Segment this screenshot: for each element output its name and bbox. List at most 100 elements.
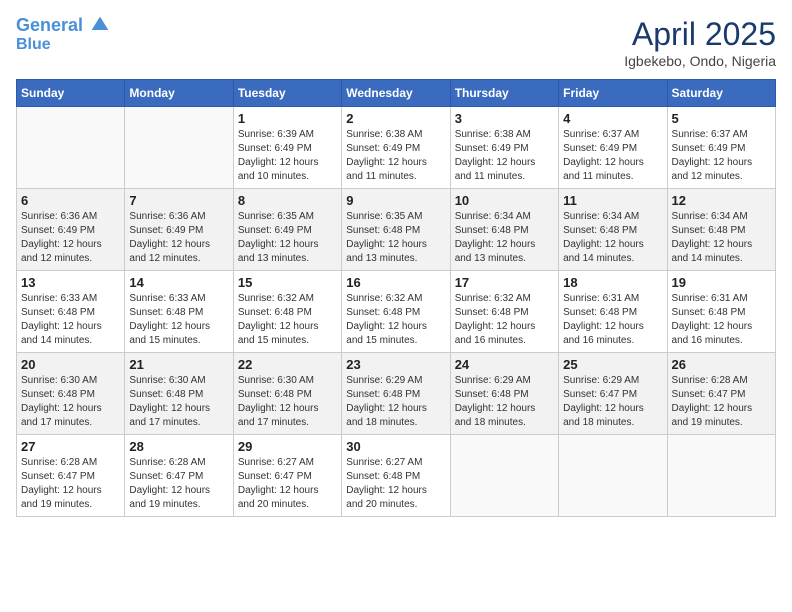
calendar-cell: 3 Sunrise: 6:38 AM Sunset: 6:49 PM Daylig… bbox=[450, 107, 558, 189]
day-number: 1 bbox=[238, 111, 337, 126]
calendar-cell bbox=[667, 435, 775, 517]
day-number: 7 bbox=[129, 193, 228, 208]
calendar-week-row: 20 Sunrise: 6:30 AM Sunset: 6:48 PM Dayli… bbox=[17, 353, 776, 435]
calendar-cell bbox=[450, 435, 558, 517]
day-number: 4 bbox=[563, 111, 662, 126]
location: Igbekebo, Ondo, Nigeria bbox=[624, 53, 776, 69]
calendar-week-row: 13 Sunrise: 6:33 AM Sunset: 6:48 PM Dayli… bbox=[17, 271, 776, 353]
day-info: Sunrise: 6:27 AM Sunset: 6:47 PM Dayligh… bbox=[238, 456, 337, 512]
day-info: Sunrise: 6:35 AM Sunset: 6:48 PM Dayligh… bbox=[346, 210, 445, 266]
calendar-week-row: 27 Sunrise: 6:28 AM Sunset: 6:47 PM Dayli… bbox=[17, 435, 776, 517]
day-info: Sunrise: 6:33 AM Sunset: 6:48 PM Dayligh… bbox=[129, 292, 228, 348]
day-info: Sunrise: 6:32 AM Sunset: 6:48 PM Dayligh… bbox=[455, 292, 554, 348]
calendar-cell: 25Sunrise: 6:29 AM Sunset: 6:47 PM Dayli… bbox=[559, 353, 667, 435]
calendar-cell: 13 Sunrise: 6:33 AM Sunset: 6:48 PM Dayli… bbox=[17, 271, 125, 353]
weekday-header-row: SundayMondayTuesdayWednesdayThursdayFrid… bbox=[17, 80, 776, 107]
day-info: Sunrise: 6:27 AM Sunset: 6:48 PM Dayligh… bbox=[346, 456, 445, 512]
calendar-cell: 19 Sunrise: 6:31 AM Sunset: 6:48 PM Dayli… bbox=[667, 271, 775, 353]
day-number: 9 bbox=[346, 193, 445, 208]
day-info: Sunrise: 6:38 AM Sunset: 6:49 PM Dayligh… bbox=[455, 128, 554, 184]
day-info: Sunrise: 6:36 AM Sunset: 6:49 PM Dayligh… bbox=[21, 210, 120, 266]
day-number: 28 bbox=[129, 439, 228, 454]
day-number: 10 bbox=[455, 193, 554, 208]
day-info: Sunrise: 6:35 AM Sunset: 6:49 PM Dayligh… bbox=[238, 210, 337, 266]
day-number: 12 bbox=[672, 193, 771, 208]
weekday-header-thursday: Thursday bbox=[450, 80, 558, 107]
calendar-cell: 29 Sunrise: 6:27 AM Sunset: 6:47 PM Dayli… bbox=[233, 435, 341, 517]
day-info: Sunrise: 6:34 AM Sunset: 6:48 PM Dayligh… bbox=[563, 210, 662, 266]
calendar-cell: 28 Sunrise: 6:28 AM Sunset: 6:47 PM Dayli… bbox=[125, 435, 233, 517]
day-info: Sunrise: 6:37 AM Sunset: 6:49 PM Dayligh… bbox=[563, 128, 662, 184]
day-info: Sunrise: 6:28 AM Sunset: 6:47 PM Dayligh… bbox=[21, 456, 120, 512]
weekday-header-friday: Friday bbox=[559, 80, 667, 107]
calendar-cell: 4 Sunrise: 6:37 AM Sunset: 6:49 PM Daylig… bbox=[559, 107, 667, 189]
day-info: Sunrise: 6:39 AM Sunset: 6:49 PM Dayligh… bbox=[238, 128, 337, 184]
day-number: 19 bbox=[672, 275, 771, 290]
day-number: 20 bbox=[21, 357, 120, 372]
calendar-cell: 1 Sunrise: 6:39 AM Sunset: 6:49 PM Daylig… bbox=[233, 107, 341, 189]
weekday-header-sunday: Sunday bbox=[17, 80, 125, 107]
day-info: Sunrise: 6:30 AM Sunset: 6:48 PM Dayligh… bbox=[21, 374, 120, 430]
calendar-week-row: 1 Sunrise: 6:39 AM Sunset: 6:49 PM Daylig… bbox=[17, 107, 776, 189]
calendar-cell bbox=[125, 107, 233, 189]
day-number: 13 bbox=[21, 275, 120, 290]
calendar-cell: 2Sunrise: 6:38 AM Sunset: 6:49 PM Daylig… bbox=[342, 107, 450, 189]
calendar-cell: 24Sunrise: 6:29 AM Sunset: 6:48 PM Dayli… bbox=[450, 353, 558, 435]
calendar-cell: 11 Sunrise: 6:34 AM Sunset: 6:48 PM Dayli… bbox=[559, 189, 667, 271]
calendar-cell: 16Sunrise: 6:32 AM Sunset: 6:48 PM Dayli… bbox=[342, 271, 450, 353]
day-info: Sunrise: 6:33 AM Sunset: 6:48 PM Dayligh… bbox=[21, 292, 120, 348]
calendar-cell: 7Sunrise: 6:36 AM Sunset: 6:49 PM Daylig… bbox=[125, 189, 233, 271]
calendar-cell: 18 Sunrise: 6:31 AM Sunset: 6:48 PM Dayli… bbox=[559, 271, 667, 353]
calendar-cell: 8 Sunrise: 6:35 AM Sunset: 6:49 PM Daylig… bbox=[233, 189, 341, 271]
day-number: 6 bbox=[21, 193, 120, 208]
day-info: Sunrise: 6:31 AM Sunset: 6:48 PM Dayligh… bbox=[672, 292, 771, 348]
calendar-cell: 12 Sunrise: 6:34 AM Sunset: 6:48 PM Dayli… bbox=[667, 189, 775, 271]
day-info: Sunrise: 6:31 AM Sunset: 6:48 PM Dayligh… bbox=[563, 292, 662, 348]
day-number: 30 bbox=[346, 439, 445, 454]
calendar-cell: 14Sunrise: 6:33 AM Sunset: 6:48 PM Dayli… bbox=[125, 271, 233, 353]
calendar-cell: 17 Sunrise: 6:32 AM Sunset: 6:48 PM Dayli… bbox=[450, 271, 558, 353]
logo: General Blue bbox=[16, 16, 110, 53]
day-info: Sunrise: 6:32 AM Sunset: 6:48 PM Dayligh… bbox=[238, 292, 337, 348]
calendar-cell: 9 Sunrise: 6:35 AM Sunset: 6:48 PM Daylig… bbox=[342, 189, 450, 271]
month-title: April 2025 bbox=[624, 16, 776, 53]
day-number: 8 bbox=[238, 193, 337, 208]
day-number: 11 bbox=[563, 193, 662, 208]
calendar-cell bbox=[17, 107, 125, 189]
day-number: 27 bbox=[21, 439, 120, 454]
calendar-cell: 21Sunrise: 6:30 AM Sunset: 6:48 PM Dayli… bbox=[125, 353, 233, 435]
day-info: Sunrise: 6:34 AM Sunset: 6:48 PM Dayligh… bbox=[455, 210, 554, 266]
day-info: Sunrise: 6:29 AM Sunset: 6:47 PM Dayligh… bbox=[563, 374, 662, 430]
day-info: Sunrise: 6:28 AM Sunset: 6:47 PM Dayligh… bbox=[672, 374, 771, 430]
day-info: Sunrise: 6:30 AM Sunset: 6:48 PM Dayligh… bbox=[238, 374, 337, 430]
calendar-cell: 6 Sunrise: 6:36 AM Sunset: 6:49 PM Daylig… bbox=[17, 189, 125, 271]
day-info: Sunrise: 6:38 AM Sunset: 6:49 PM Dayligh… bbox=[346, 128, 445, 184]
weekday-header-wednesday: Wednesday bbox=[342, 80, 450, 107]
day-number: 17 bbox=[455, 275, 554, 290]
page-header: General Blue April 2025 Igbekebo, Ondo, … bbox=[16, 16, 776, 69]
calendar-cell: 26 Sunrise: 6:28 AM Sunset: 6:47 PM Dayli… bbox=[667, 353, 775, 435]
calendar-cell: 10 Sunrise: 6:34 AM Sunset: 6:48 PM Dayli… bbox=[450, 189, 558, 271]
day-number: 29 bbox=[238, 439, 337, 454]
day-info: Sunrise: 6:32 AM Sunset: 6:48 PM Dayligh… bbox=[346, 292, 445, 348]
day-number: 3 bbox=[455, 111, 554, 126]
calendar-cell: 20 Sunrise: 6:30 AM Sunset: 6:48 PM Dayli… bbox=[17, 353, 125, 435]
calendar-cell: 30 Sunrise: 6:27 AM Sunset: 6:48 PM Dayli… bbox=[342, 435, 450, 517]
day-number: 24 bbox=[455, 357, 554, 372]
calendar-table: SundayMondayTuesdayWednesdayThursdayFrid… bbox=[16, 79, 776, 517]
day-number: 23 bbox=[346, 357, 445, 372]
weekday-header-monday: Monday bbox=[125, 80, 233, 107]
day-info: Sunrise: 6:34 AM Sunset: 6:48 PM Dayligh… bbox=[672, 210, 771, 266]
day-number: 26 bbox=[672, 357, 771, 372]
logo-text: General bbox=[16, 16, 110, 36]
day-info: Sunrise: 6:28 AM Sunset: 6:47 PM Dayligh… bbox=[129, 456, 228, 512]
day-number: 18 bbox=[563, 275, 662, 290]
title-area: April 2025 Igbekebo, Ondo, Nigeria bbox=[624, 16, 776, 69]
weekday-header-saturday: Saturday bbox=[667, 80, 775, 107]
logo-blue: Blue bbox=[16, 36, 110, 54]
day-number: 15 bbox=[238, 275, 337, 290]
weekday-header-tuesday: Tuesday bbox=[233, 80, 341, 107]
day-info: Sunrise: 6:37 AM Sunset: 6:49 PM Dayligh… bbox=[672, 128, 771, 184]
calendar-week-row: 6 Sunrise: 6:36 AM Sunset: 6:49 PM Daylig… bbox=[17, 189, 776, 271]
calendar-cell: 22Sunrise: 6:30 AM Sunset: 6:48 PM Dayli… bbox=[233, 353, 341, 435]
